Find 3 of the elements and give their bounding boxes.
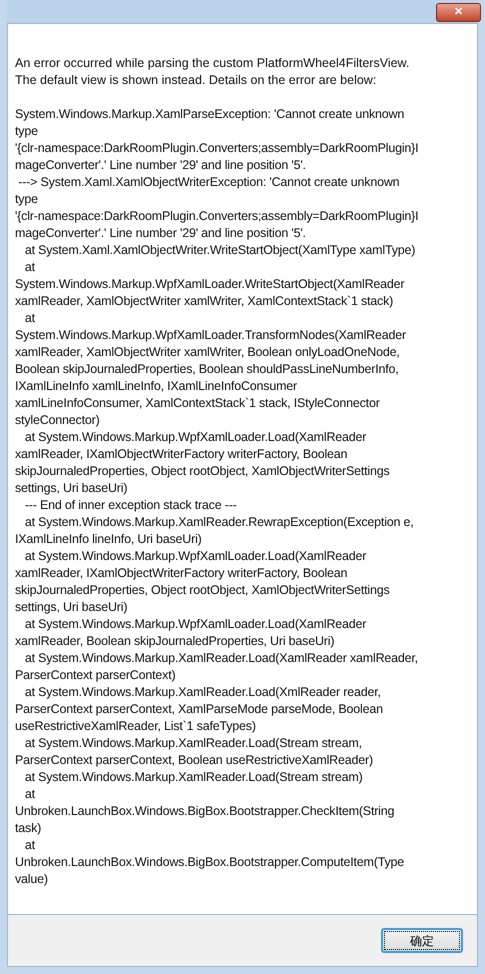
error-intro: An error occurred while parsing the custom PlatformWheel4FiltersView. The default view is shown instead. Details on the error are below: [15, 55, 410, 89]
ok-button[interactable]: 确定 [381, 928, 463, 953]
error-details: System.Windows.Markup.XamlParseException: 'Cannot create unknown type '{clr-namespace:DarkRoomPlugin.Converters;assembly=DarkRoomPlugin}I mageConverter'.' Line number '29' and line position '5'. ---> System.Xaml.XamlObjectWriterException: 'Cannot create unknown type '{clr-namespace:DarkRoomPlugin.Converters;assembly=DarkRoomPlugin}I mageConverter'.' Line number '29' and line position '5'. at System.Xaml.XamlObjectWriter.WriteStartObject(XamlType xamlType) at System.Windows.Markup.WpfXamlLoader.WriteStartObject(XamlReader xamlReader, XamlObjectWriter xamlWriter, XamlContextStack`1 stack) at System.Windows.Markup.WpfXamlLoader.TransformNodes(XamlReader xamlReader, XamlObjectWriter xamlWriter, Boolean onlyLoadOneNode, Boolean skipJournaledProperties, Boolean shouldPassLineNumberInfo, IXamlLineInfo xamlLineInfo, IXamlLineInfoConsumer xamlLineInfoConsumer, XamlContextStack`1 stack, IStyleConnector styleConnector) at System.Windows.Markup.WpfXamlLoader.Load(XamlReader xamlReader, IXamlObjectWriterFactory writerFactory, Boolean skipJournaledProperties, Object rootObject, XamlObjectWriterSettings settings, Uri baseUri) --- End of inner exception stack trace --- at System.Windows.Markup.XamlReader.RewrapException(Exception e, IXamlLineInfo lineInfo, Uri baseUri) at System.Windows.Markup.WpfXamlLoader.Load(XamlReader xamlReader, IXamlObjectWriterFactory writerFactory, Boolean skipJournaledProperties, Object rootObject, XamlObjectWriterSettings settings, Uri baseUri) at System.Windows.Markup.WpfXamlLoader.Load(XamlReader xamlReader, Boolean skipJournaledProperties, Uri baseUri) at System.Windows.Markup.XamlReader.Load(XamlReader xamlReader, ParserContext parserContext) at System.Windows.Markup.XamlReader.Load(XmlReader reader, ParserContext parserContext, XamlParseMode parseMode, Boolean useRestrictiveXamlReader, List`1 safeTypes) at System.Windows.Markup.XamlReader.Load(Stream stream, ParserContext parserContext, Boolean useRestrictiveXamlReader) at System.Windows.Markup.XamlReader.Load(Stream stream) at Unbroken.LaunchBox.Windows.BigBox.Bootstrapper.CheckItem(String task) at Unbroken.LaunchBox.Windows.BigBox.Bootstrapper.ComputeItem(Type value) [15, 106, 420, 888]
